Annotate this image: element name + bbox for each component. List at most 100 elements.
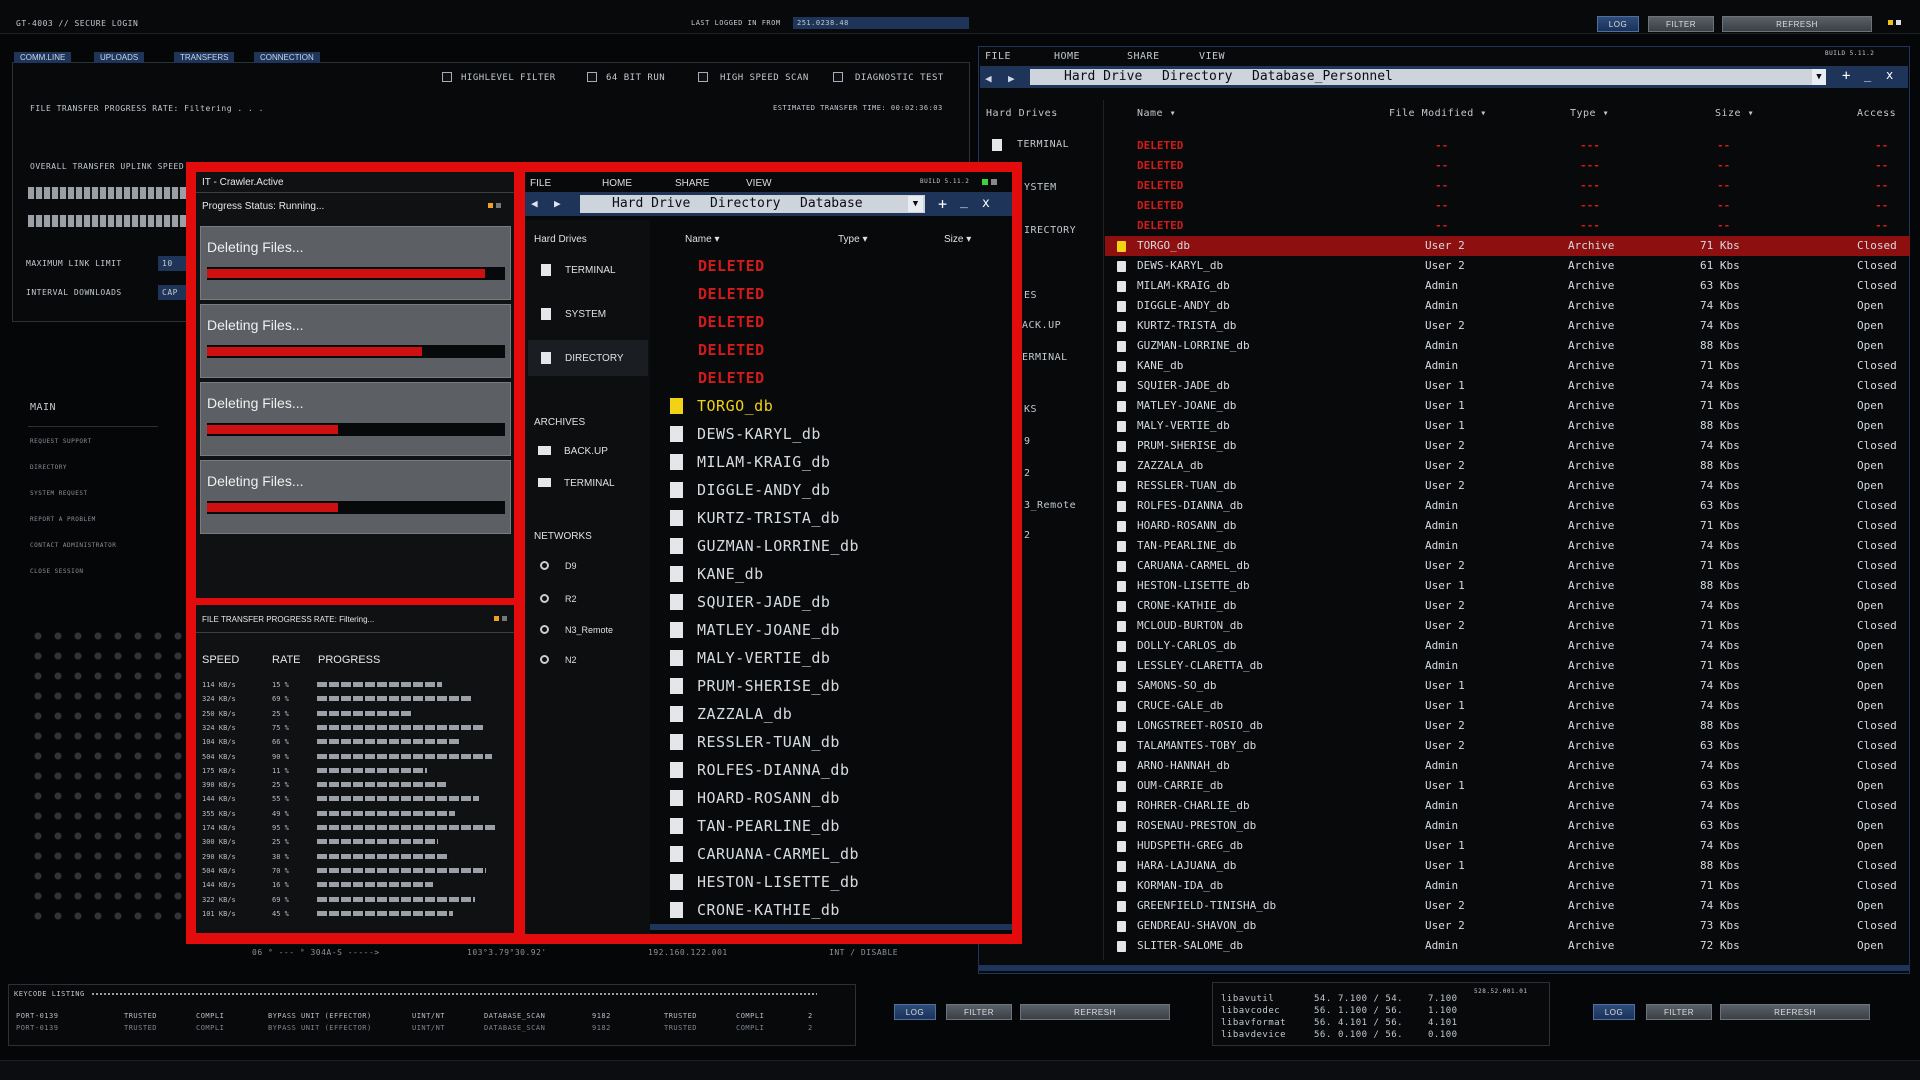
add-icon[interactable]: + (1842, 68, 1850, 84)
refresh-button-bottom-right[interactable]: REFRESH (1720, 1004, 1870, 1020)
list-item[interactable]: TORGO_db (670, 392, 1010, 420)
close-icon[interactable]: x (982, 196, 990, 211)
menu-home[interactable]: HOME (1054, 51, 1080, 62)
table-row[interactable]: MILAM-KRAIG_db Admin Archive 63 Kbs Closed (1105, 276, 1910, 296)
list-item[interactable]: HESTON-LISETTE_db (670, 868, 1010, 896)
interval-value[interactable]: CAP (158, 285, 188, 300)
table-row[interactable]: MALY-VERTIE_db User 1 Archive 88 Kbs Open (1105, 416, 1910, 436)
table-row[interactable]: GENDREAU-SHAVON_db User 2 Archive 73 Kbs Clo… (1105, 916, 1910, 936)
table-row[interactable]: TORGO_db User 2 Archive 71 Kbs Closed (1105, 236, 1910, 256)
menu-view[interactable]: VIEW (1199, 51, 1225, 62)
col-name-header[interactable]: Name ▾ (685, 234, 720, 245)
list-item[interactable]: DIGGLE-ANDY_db (670, 476, 1010, 504)
list-item[interactable]: TAN-PEARLINE_db (670, 812, 1010, 840)
path-crumb[interactable]: Database (800, 196, 863, 211)
minimize-icon[interactable]: _ (960, 194, 968, 209)
sidebar-item-backup[interactable]: ACK.UP (1022, 320, 1061, 331)
col-access-header[interactable]: Access (1857, 108, 1896, 119)
chevron-down-icon[interactable]: ▼ (908, 196, 923, 212)
back-icon[interactable]: ◀ (985, 72, 992, 85)
col-modified-header[interactable]: File Modified ▾ (1389, 108, 1487, 119)
network-n3-remote[interactable]: N3_Remote (565, 625, 613, 635)
table-row[interactable]: PRUM-SHERISE_db User 2 Archive 74 Kbs Closed (1105, 436, 1910, 456)
col-type-header[interactable]: Type ▾ (1570, 108, 1609, 119)
table-row[interactable]: SAMONS-SO_db User 1 Archive 74 Kbs Open (1105, 676, 1910, 696)
table-row[interactable]: ROHRER-CHARLIE_db Admin Archive 74 Kbs Close… (1105, 796, 1910, 816)
highlevel-filter-checkbox[interactable] (442, 72, 452, 82)
table-row[interactable]: OUM-CARRIE_db User 1 Archive 63 Kbs Open (1105, 776, 1910, 796)
table-row[interactable]: HARA-LAJUANA_db User 1 Archive 88 Kbs Closed (1105, 856, 1910, 876)
table-row[interactable]: DOLLY-CARLOS_db Admin Archive 74 Kbs Open (1105, 636, 1910, 656)
sidebar-item-system[interactable]: SYSTEM (565, 309, 606, 320)
table-row[interactable]: ROSENAU-PRESTON_db Admin Archive 63 Kbs Open (1105, 816, 1910, 836)
list-item[interactable]: ZAZZALA_db (670, 700, 1010, 728)
list-item[interactable]: RESSLER-TUAN_db (670, 728, 1010, 756)
list-item[interactable]: GUZMAN-LORRINE_db (670, 532, 1010, 560)
tab-connection[interactable]: CONNECTION (254, 52, 320, 63)
menu-request-support[interactable]: REQUEST SUPPORT (30, 438, 92, 445)
filter-button-bottom[interactable]: FILTER (946, 1004, 1012, 1020)
close-icon[interactable]: x (1886, 68, 1893, 82)
high-speed-scan-checkbox[interactable] (698, 72, 708, 82)
refresh-button-bottom[interactable]: REFRESH (1020, 1004, 1170, 1020)
col-name-header[interactable]: Name ▾ (1137, 108, 1176, 119)
table-row[interactable]: DEWS-KARYL_db User 2 Archive 61 Kbs Closed (1105, 256, 1910, 276)
tab-uploads[interactable]: UPLOADS (94, 52, 145, 63)
menu-report-problem[interactable]: REPORT A PROBLEM (30, 516, 96, 523)
list-item[interactable]: PRUM-SHERISE_db (670, 672, 1010, 700)
list-item[interactable]: HOARD-ROSANN_db (670, 784, 1010, 812)
table-row[interactable]: HUDSPETH-GREG_db User 1 Archive 74 Kbs Open (1105, 836, 1910, 856)
sidebar-item-terminal[interactable]: TERMINAL (1017, 139, 1069, 150)
list-item[interactable]: CARUANA-CARMEL_db (670, 840, 1010, 868)
sidebar-item-terminal2[interactable]: ERMINAL (1022, 352, 1068, 363)
menu-contact-admin[interactable]: CONTACT ADMINISTRATOR (30, 542, 116, 549)
forward-icon[interactable]: ▶ (554, 197, 561, 210)
network-r2[interactable]: R2 (565, 594, 577, 604)
col-size-header[interactable]: Size ▾ (944, 234, 971, 245)
table-row[interactable]: HOARD-ROSANN_db Admin Archive 71 Kbs Closed (1105, 516, 1910, 536)
radio-icon[interactable] (540, 625, 549, 634)
table-row[interactable]: MCLOUD-BURTON_db User 2 Archive 71 Kbs Close… (1105, 616, 1910, 636)
sidebar-item-d9[interactable]: 9 (1024, 436, 1031, 447)
path-crumb[interactable]: Directory (1162, 69, 1232, 84)
sidebar-item-backup[interactable]: BACK.UP (564, 446, 608, 457)
diagnostic-test-checkbox[interactable] (833, 72, 843, 82)
table-row[interactable]: ARNO-HANNAH_db Admin Archive 74 Kbs Closed (1105, 756, 1910, 776)
filter-button-bottom-right[interactable]: FILTER (1646, 1004, 1712, 1020)
menu-file[interactable]: FILE (530, 178, 551, 189)
add-icon[interactable]: + (938, 195, 947, 213)
table-row[interactable]: DELETED -- --- -- -- (1105, 136, 1910, 156)
list-item[interactable]: SQUIER-JADE_db (670, 588, 1010, 616)
table-row[interactable]: GREENFIELD-TINISHA_db User 2 Archive 74 Kbs… (1105, 896, 1910, 916)
radio-icon[interactable] (540, 594, 549, 603)
list-item[interactable]: DELETED (670, 364, 1010, 392)
menu-share[interactable]: SHARE (1127, 51, 1160, 62)
refresh-button-top[interactable]: REFRESH (1722, 16, 1872, 32)
sidebar-item-terminal2[interactable]: TERMINAL (564, 478, 615, 489)
table-row[interactable]: ROLFES-DIANNA_db Admin Archive 63 Kbs Closed (1105, 496, 1910, 516)
table-row[interactable]: GUZMAN-LORRINE_db Admin Archive 88 Kbs Open (1105, 336, 1910, 356)
back-icon[interactable]: ◀ (531, 197, 538, 210)
minimize-icon[interactable]: _ (1864, 68, 1871, 82)
64bit-run-checkbox[interactable] (587, 72, 597, 82)
scrollbar[interactable] (650, 924, 1012, 930)
list-item[interactable]: MALY-VERTIE_db (670, 644, 1010, 672)
list-item[interactable]: DELETED (670, 308, 1010, 336)
col-size-header[interactable]: Size ▾ (1715, 108, 1754, 119)
radio-icon[interactable] (540, 655, 549, 664)
table-row[interactable]: DELETED -- --- -- -- (1105, 176, 1910, 196)
menu-file[interactable]: FILE (985, 51, 1011, 62)
filter-button-top[interactable]: FILTER (1648, 16, 1714, 32)
log-button-bottom-right[interactable]: LOG (1593, 1004, 1635, 1020)
radio-icon[interactable] (540, 561, 549, 570)
tab-transfers[interactable]: TRANSFERS (174, 52, 235, 63)
list-item[interactable]: DELETED (670, 280, 1010, 308)
table-row[interactable]: HESTON-LISETTE_db User 1 Archive 88 Kbs Clos… (1105, 576, 1910, 596)
path-field[interactable] (1030, 69, 1820, 85)
max-link-value[interactable]: 10 (158, 256, 188, 271)
menu-view[interactable]: VIEW (746, 178, 772, 189)
table-row[interactable]: TAN-PEARLINE_db Admin Archive 74 Kbs Closed (1105, 536, 1910, 556)
tab-comm-line[interactable]: COMM.LINE (14, 52, 72, 63)
list-item[interactable]: KURTZ-TRISTA_db (670, 504, 1010, 532)
table-row[interactable]: DELETED -- --- -- -- (1105, 156, 1910, 176)
